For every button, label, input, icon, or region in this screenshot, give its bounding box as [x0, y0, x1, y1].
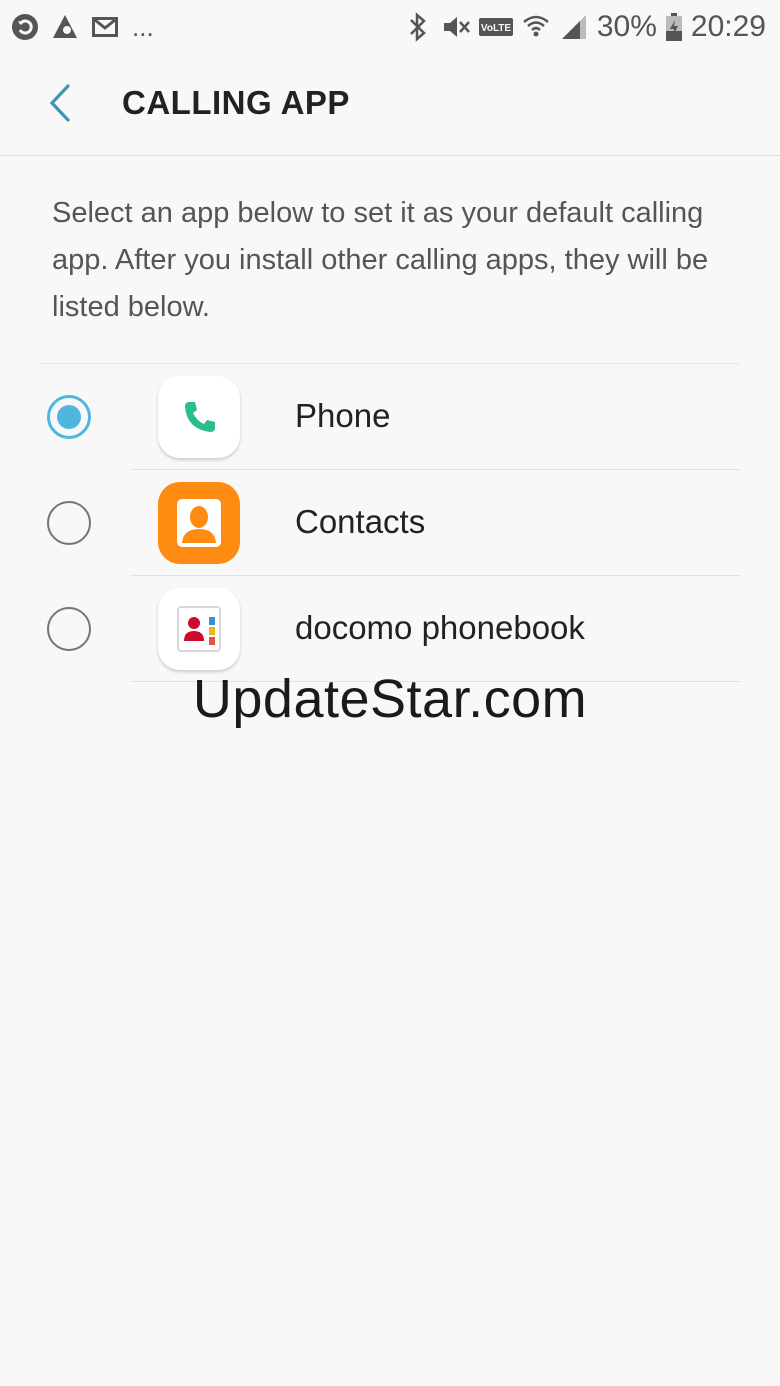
wifi-icon — [521, 12, 551, 42]
docomo-phonebook-icon — [158, 588, 240, 670]
app-option-phone[interactable]: Phone — [0, 364, 780, 470]
app-bar: CALLING APP — [0, 54, 780, 156]
contacts-app-icon — [158, 482, 240, 564]
back-button[interactable] — [38, 78, 82, 132]
gmail-icon — [90, 12, 120, 42]
sync-icon — [10, 12, 40, 42]
watermark-text: UpdateStar.com — [192, 669, 588, 729]
description-text: Select an app below to set it as your de… — [52, 197, 709, 323]
app-label: docomo phonebook — [295, 609, 585, 646]
clock: 20:29 — [690, 10, 766, 43]
chevron-left-icon — [47, 83, 73, 128]
bluetooth-icon — [403, 12, 433, 42]
app-option-docomo-phonebook[interactable]: docomo phonebook — [0, 576, 780, 682]
battery-percent: 30% — [596, 10, 657, 43]
volte-label: VoLTE — [481, 23, 512, 34]
mute-icon — [441, 12, 471, 42]
radio-button-selected[interactable] — [47, 395, 91, 439]
battery-icon — [665, 12, 683, 42]
app-label: Phone — [295, 397, 391, 434]
more-notifications: ... — [132, 11, 154, 42]
radio-button[interactable] — [47, 607, 91, 651]
app-label: Contacts — [295, 503, 426, 540]
page-title: CALLING APP — [122, 84, 350, 121]
volte-icon: VoLTE — [478, 12, 513, 42]
radio-button[interactable] — [47, 501, 91, 545]
phone-app-icon — [158, 376, 240, 458]
app-option-contacts[interactable]: Contacts — [0, 470, 780, 576]
signal-icon — [559, 12, 589, 42]
a-app-icon — [50, 12, 80, 42]
status-bar: ... VoLTE 30% 20:29 — [0, 0, 780, 54]
